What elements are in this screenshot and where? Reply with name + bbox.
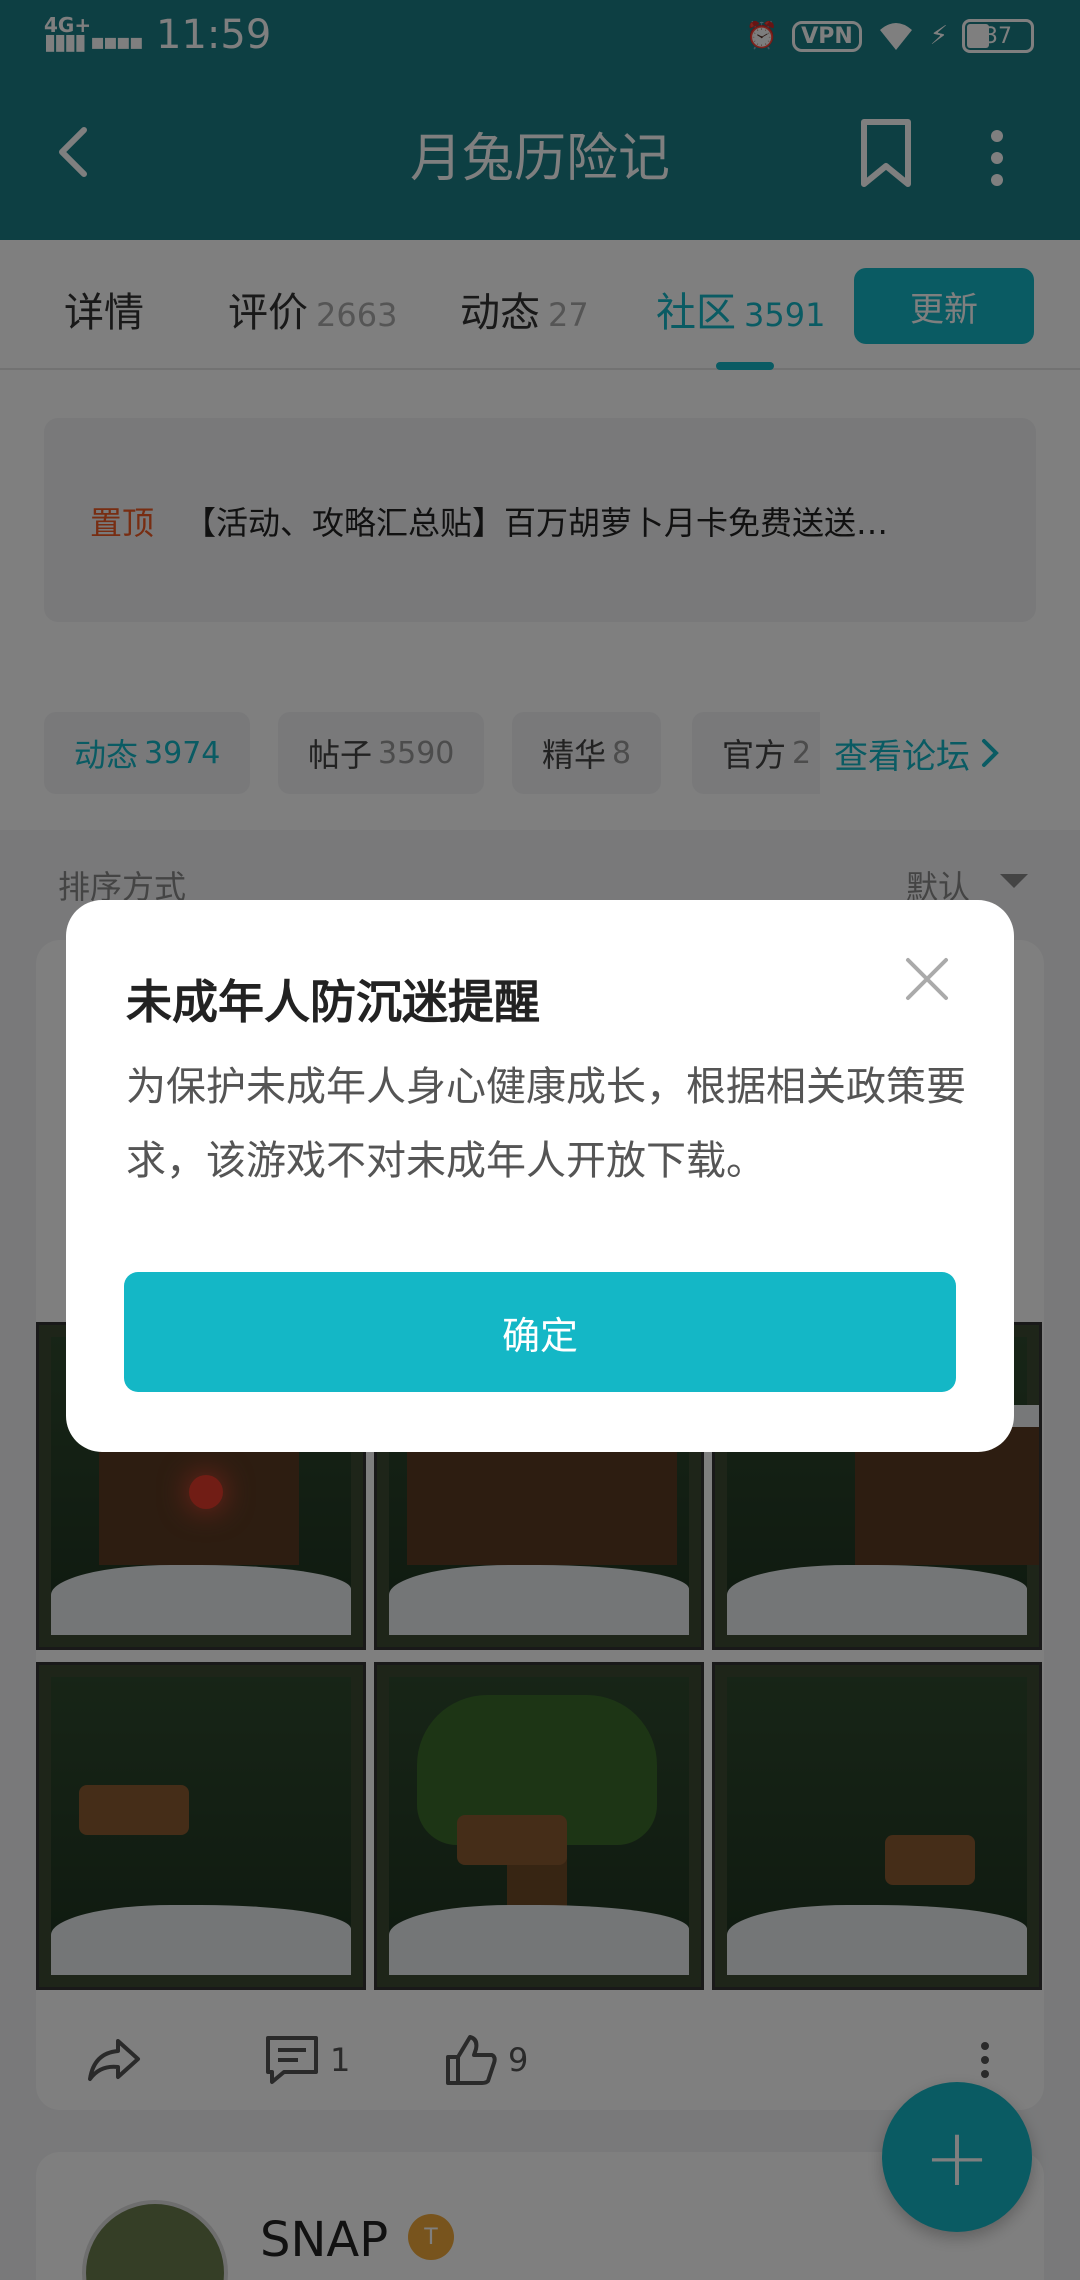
dialog-title: 未成年人防沉迷提醒 — [126, 975, 540, 1029]
dialog-message: 为保护未成年人身心健康成长，根据相关政策要求，该游戏不对未成年人开放下载。 — [126, 1064, 966, 1184]
confirm-button[interactable]: 确定 — [124, 1272, 956, 1392]
anti-addiction-dialog: 未成年人防沉迷提醒 为保护未成年人身心健康成长，根据相关政策要求，该游戏不对未成… — [66, 900, 1014, 1452]
close-icon[interactable] — [904, 956, 950, 1002]
